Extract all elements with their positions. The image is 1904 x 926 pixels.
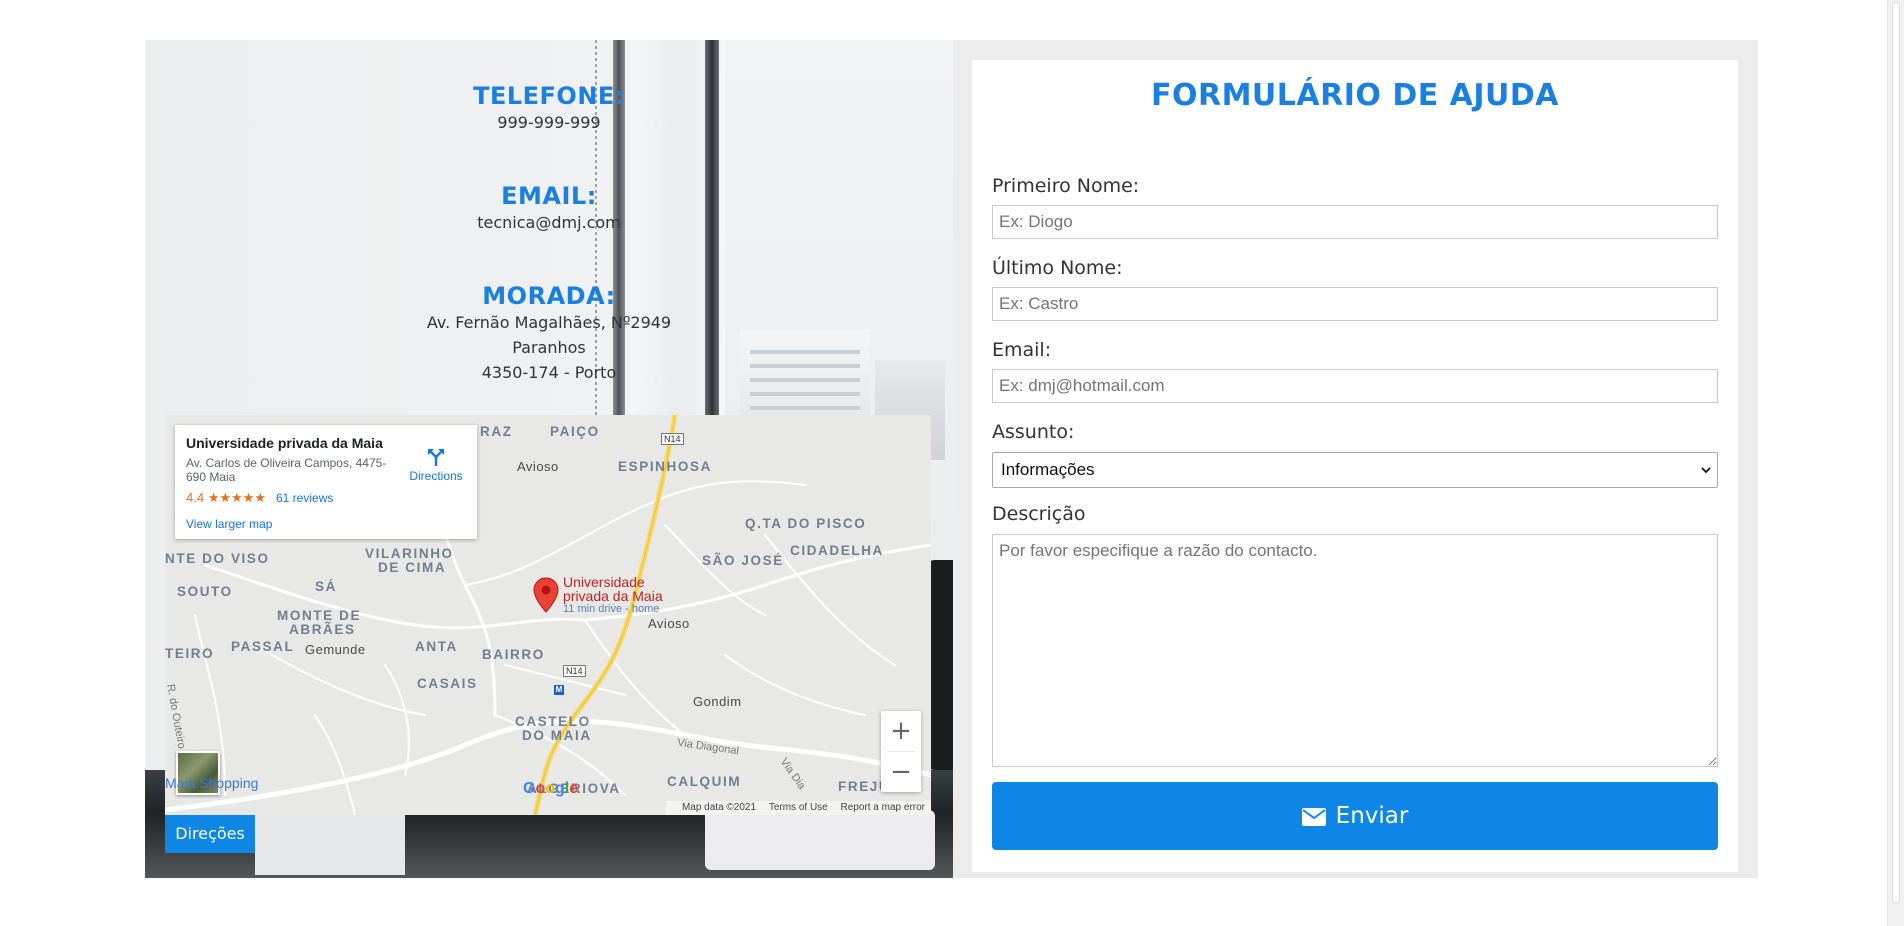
pin-label-line: Universidade: [563, 574, 645, 590]
rating-value: 4.4: [186, 490, 205, 505]
terms-link[interactable]: Terms of Use: [769, 802, 828, 813]
address-line: Av. Fernão Magalhães, Nº2949: [426, 313, 672, 332]
road-shield: N14: [563, 665, 586, 677]
email-title: EMAIL:: [501, 182, 597, 210]
place-name: Universidade privada da Maia: [186, 435, 383, 451]
google-map[interactable]: RAZ PAIÇO Avioso ESPINHOSA Q.TA DO PISCO…: [165, 415, 931, 815]
zoom-in-button[interactable]: +: [881, 711, 921, 751]
address-line: Paranhos: [512, 338, 586, 357]
map-label: SOUTO: [177, 584, 233, 599]
map-label: ESPINHOSA: [618, 459, 712, 474]
pin-drive-time: 11 min drive - home: [563, 603, 660, 615]
directions-icon: [428, 449, 444, 466]
first-name-label: Primeiro Nome:: [992, 175, 1140, 197]
map-label: NTE DO VISO: [165, 551, 270, 566]
submit-button[interactable]: Enviar: [992, 782, 1718, 850]
map-label: MONTE DE: [277, 608, 362, 623]
address-title: MORADA:: [482, 282, 616, 310]
place-rating: 4.4 ★★★★★: [186, 490, 266, 506]
map-label: VILARINHO: [365, 546, 454, 561]
directions-label: Directions: [409, 469, 463, 483]
map-label: BAIRRO: [482, 647, 545, 662]
map-label: SÃO JOSÉ: [702, 553, 784, 568]
first-name-input[interactable]: [992, 205, 1718, 239]
chevron-down-icon: [1701, 467, 1711, 474]
report-error-link[interactable]: Report a map error: [841, 802, 925, 813]
envelope-icon: [1301, 808, 1326, 826]
address-block: MORADA: Av. Fernão Magalhães, Nº2949 Par…: [145, 282, 953, 385]
map-label: ANTA: [415, 639, 458, 654]
scrollbar-thumb[interactable]: [1892, 2, 1900, 904]
map-label: PAIÇO: [550, 424, 600, 439]
map-label: Q.TA DO PISCO: [745, 516, 867, 531]
reviews-link[interactable]: 61 reviews: [276, 491, 333, 505]
last-name-label: Último Nome:: [992, 257, 1123, 279]
map-label: CASTELO: [515, 714, 591, 729]
map-data-text: Map data ©2021: [681, 802, 757, 813]
map-zoom-controls: + −: [881, 711, 921, 792]
form-title: FORMULÁRIO DE AJUDA: [1150, 78, 1560, 113]
directions-button[interactable]: Direções: [165, 815, 255, 853]
larger-map-link[interactable]: View larger map: [186, 517, 272, 531]
map-place-card: Universidade privada da Maia Av. Carlos …: [175, 425, 477, 539]
map-label: Gemunde: [305, 642, 366, 657]
phone-value: 999-999-999: [497, 113, 601, 132]
google-logo: Google: [523, 780, 579, 797]
phone-block: TELEFONE: 999-999-999: [145, 82, 953, 135]
pin-label[interactable]: Universidade privada da Maia: [563, 575, 663, 603]
zoom-out-button[interactable]: −: [881, 752, 921, 792]
pin-label-line: privada da Maia: [563, 588, 663, 604]
map-label: Gondim: [693, 694, 742, 709]
place-address: Av. Carlos de Oliveira Campos, 4475-690 …: [186, 456, 387, 484]
subject-label: Assunto:: [992, 421, 1075, 443]
subject-select[interactable]: Informações: [992, 452, 1718, 488]
map-label: CALQUIM: [667, 774, 742, 789]
metro-icon: M: [554, 685, 564, 695]
map-label: PASSAL: [231, 639, 295, 654]
map-label: Avioso: [517, 459, 559, 474]
phone-title: TELEFONE:: [473, 82, 625, 110]
description-textarea[interactable]: [992, 534, 1718, 767]
email-block: EMAIL: tecnica@dmj.com: [145, 182, 953, 235]
map-label: Avioso: [648, 616, 690, 631]
directions-link[interactable]: Directions: [403, 447, 469, 483]
map-label: DE CIMA: [378, 560, 447, 575]
subject-selected-value: Informações: [1001, 460, 1095, 479]
map-label: RAZ: [480, 424, 513, 439]
help-form: FORMULÁRIO DE AJUDA Primeiro Nome: Últim…: [972, 60, 1738, 872]
page-scrollbar[interactable]: [1887, 0, 1904, 926]
email-label: Email:: [992, 339, 1052, 361]
last-name-input[interactable]: [992, 287, 1718, 321]
contact-section: TELEFONE: 999-999-999 EMAIL: tecnica@dmj…: [145, 40, 1758, 878]
map-label: CIDADELHA: [790, 543, 884, 558]
road-shield: N14: [661, 433, 684, 445]
map-label: SÁ: [315, 579, 337, 594]
map-label: CASAIS: [417, 676, 478, 691]
map-label: TEIRO: [165, 646, 215, 661]
submit-label: Enviar: [1335, 803, 1409, 829]
map-label: Maia Shopping: [165, 775, 259, 791]
map-pin-icon[interactable]: [533, 577, 559, 613]
description-label: Descrição: [992, 503, 1086, 525]
map-label: DO MAIA: [522, 728, 592, 743]
map-attribution: Map data ©2021 Terms of Use Report a map…: [665, 801, 931, 815]
email-input[interactable]: [992, 369, 1718, 403]
map-label: ABRÃES: [289, 622, 356, 637]
address-line: 4350-174 - Porto: [481, 363, 617, 382]
email-value: tecnica@dmj.com: [477, 213, 621, 232]
star-rating-icon: ★★★★★: [207, 490, 266, 505]
